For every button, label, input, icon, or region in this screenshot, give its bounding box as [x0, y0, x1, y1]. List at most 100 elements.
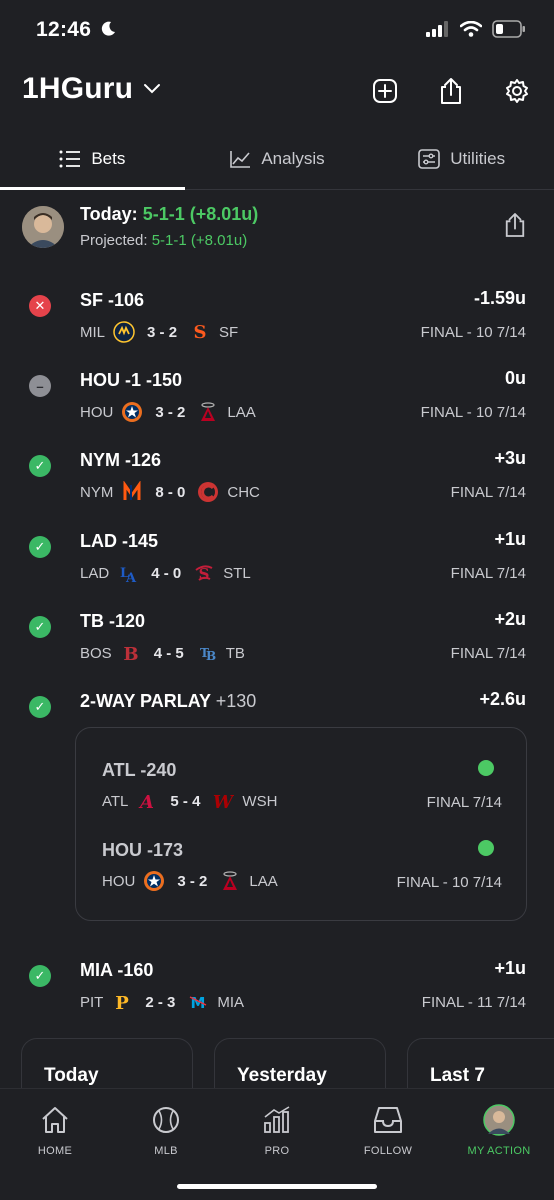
home-indicator[interactable]	[177, 1184, 377, 1189]
plus-square-icon	[373, 79, 397, 103]
leg-status-dot	[478, 760, 494, 776]
inbox-icon	[374, 1107, 402, 1133]
leg-title: ATL -240	[102, 760, 177, 780]
game-score: PIT P 2 - 3 M MIA	[80, 991, 245, 1013]
projected-value: 5-1-1 (+8.01u)	[151, 232, 248, 249]
bet-title: NYM -126	[80, 450, 162, 470]
share-summary-button[interactable]	[504, 212, 526, 243]
tab-bets[interactable]: Bets	[0, 128, 185, 190]
add-bet-button[interactable]	[370, 76, 400, 106]
bet-title: LAD -145	[80, 531, 159, 551]
wifi-icon	[460, 21, 482, 37]
bet-result: +3u	[494, 448, 526, 468]
app-title: 1HGuru	[22, 72, 134, 105]
list-icon	[59, 150, 81, 167]
win-check-icon: ✓	[29, 696, 51, 718]
svg-text:S: S	[194, 322, 207, 343]
win-check-icon: ✓	[29, 455, 51, 477]
today-record: Today: 5-1-1 (+8.01u)	[80, 204, 259, 224]
nav-pro[interactable]: PRO	[222, 1103, 332, 1157]
win-check-icon: ✓	[29, 616, 51, 638]
astros-logo-icon	[143, 870, 165, 892]
sliders-icon	[418, 148, 441, 169]
battery-icon	[492, 20, 525, 38]
leg-title: HOU -173	[102, 840, 184, 860]
user-photo-icon	[22, 206, 64, 248]
angels-logo-icon	[219, 870, 241, 892]
tab-label: Bets	[91, 148, 126, 168]
marlins-logo-icon: M	[187, 991, 209, 1013]
game-score: HOU 3 - 2 LAA	[102, 870, 278, 892]
game-score: BOS B 4 - 5 TB TB	[80, 642, 245, 664]
svg-text:A: A	[138, 792, 154, 812]
avatar-icon	[483, 1104, 515, 1136]
nationals-logo-icon: W	[212, 790, 234, 812]
bet-row[interactable]: ✓ MIA -160 +1u PIT P 2 - 3 M MIA FINAL -…	[0, 948, 554, 1018]
bet-row[interactable]: ✓ TB -120 +2u BOS B 4 - 5 TB TB FINAL 7/…	[0, 599, 554, 669]
push-icon: –	[29, 375, 51, 397]
game-score: HOU 3 - 2 LAA	[80, 401, 256, 423]
dodgers-logo-icon: LA	[117, 562, 139, 584]
bet-result: 0u	[504, 368, 526, 388]
status-icons	[426, 20, 526, 38]
svg-text:P: P	[116, 993, 130, 1013]
signal-icon	[426, 21, 448, 37]
loss-icon: ✕	[29, 295, 51, 317]
share-icon	[505, 213, 525, 237]
bet-result: +1u	[494, 958, 526, 978]
game-final: FINAL 7/14	[450, 565, 526, 582]
share-button[interactable]	[436, 76, 466, 106]
bet-row[interactable]: ✕ SF -106 -1.59u MIL 3 - 2 S SF FINAL - …	[0, 278, 554, 348]
tab-analysis[interactable]: Analysis	[185, 128, 370, 189]
svg-text:B: B	[206, 649, 216, 663]
braves-logo-icon: A	[136, 790, 158, 812]
gear-icon	[506, 79, 528, 103]
bet-title: TB -120	[80, 611, 146, 631]
bet-row[interactable]: ✓ NYM -126 +3u NYM 8 - 0 CHC FINAL 7/14	[0, 438, 554, 508]
game-final: FINAL 7/14	[426, 794, 502, 811]
settings-button[interactable]	[502, 76, 532, 106]
game-score: ATL A 5 - 4 W WSH	[102, 790, 278, 812]
game-score: LAD LA 4 - 0 S STL	[80, 562, 251, 585]
parlay-leg[interactable]: ATL -240 ATL A 5 - 4 W WSH FINAL 7/14	[76, 750, 528, 830]
tab-utilities[interactable]: Utilities	[369, 128, 554, 189]
pirates-logo-icon: P	[111, 991, 133, 1013]
nav-my-action[interactable]: MY ACTION	[444, 1103, 554, 1157]
cubs-logo-icon	[197, 481, 219, 503]
win-check-icon: ✓	[29, 536, 51, 558]
svg-text:B: B	[123, 644, 138, 664]
moon-icon	[102, 21, 116, 36]
bet-row[interactable]: ✓ LAD -145 +1u LAD LA 4 - 0 S STL FINAL …	[0, 519, 554, 589]
bet-result: +1u	[494, 529, 526, 549]
daily-summary: Today: 5-1-1 (+8.01u) Projected: 5-1-1 (…	[0, 200, 554, 260]
avatar[interactable]	[22, 206, 64, 248]
game-final: FINAL 7/14	[450, 484, 526, 501]
cardinals-logo-icon: S	[193, 562, 215, 584]
baseball-icon	[153, 1107, 179, 1133]
game-score: MIL 3 - 2 S SF	[80, 321, 239, 343]
rays-logo-icon: TB	[196, 642, 218, 664]
win-check-icon: ✓	[29, 965, 51, 987]
tab-label: Analysis	[261, 148, 325, 168]
today-value: 5-1-1 (+8.01u)	[142, 204, 259, 224]
red-sox-logo-icon: B	[120, 642, 142, 664]
game-final: FINAL - 10 7/14	[396, 874, 502, 891]
game-final: FINAL - 10 7/14	[420, 324, 526, 341]
parlay-leg[interactable]: HOU -173 HOU 3 - 2 LAA FINAL - 10 7/14	[76, 830, 528, 910]
projected-record: Projected: 5-1-1 (+8.01u)	[80, 232, 248, 249]
header-actions	[370, 76, 532, 106]
game-score: NYM 8 - 0 CHC	[80, 481, 260, 503]
game-final: FINAL 7/14	[450, 645, 526, 662]
nav-home[interactable]: HOME	[0, 1103, 110, 1157]
angels-logo-icon	[197, 401, 219, 423]
share-icon	[441, 78, 461, 104]
nav-follow[interactable]: FOLLOW	[333, 1103, 443, 1157]
line-chart-icon	[230, 150, 251, 168]
giants-logo-icon: S	[189, 321, 211, 343]
bet-title: HOU -1 -150	[80, 370, 183, 390]
bet-row[interactable]: – HOU -1 -150 0u HOU 3 - 2 LAA FINAL - 1…	[0, 358, 554, 428]
account-switcher[interactable]: 1HGuru	[22, 72, 161, 106]
nav-mlb[interactable]: MLB	[111, 1103, 221, 1157]
bet-title: SF -106	[80, 290, 145, 310]
tab-bar: Bets Analysis Utilities	[0, 128, 554, 190]
